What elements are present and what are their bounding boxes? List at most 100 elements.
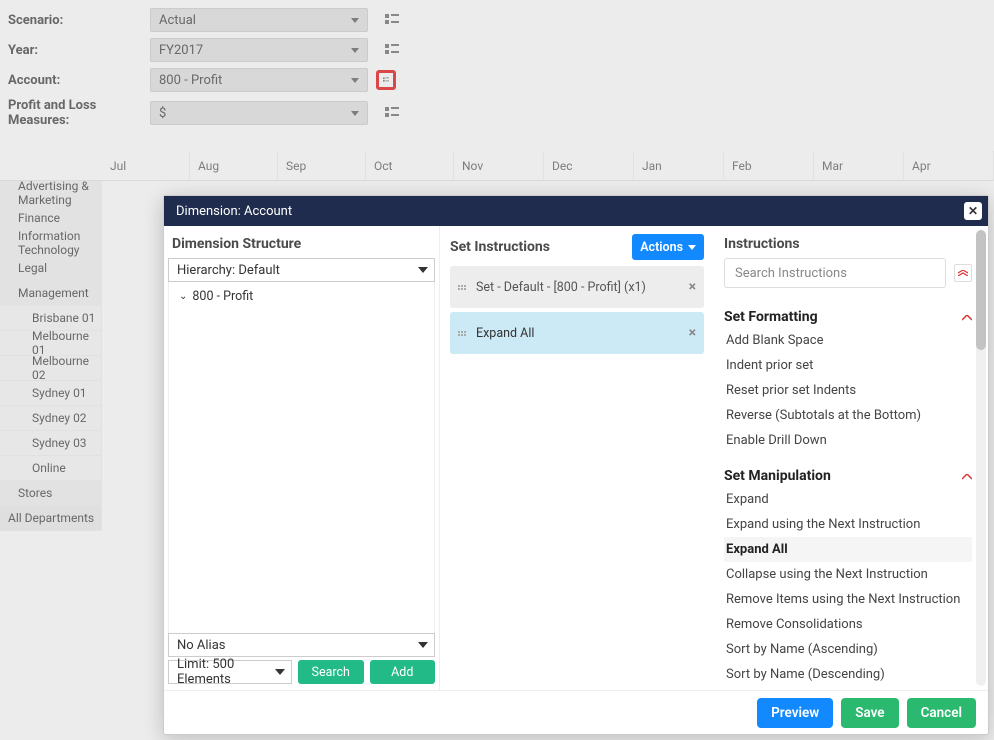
measures-value: $ (159, 106, 166, 121)
section-header[interactable]: Set Manipulation (724, 465, 972, 487)
actions-label: Actions (640, 240, 683, 255)
grid-row-header[interactable]: Stores (0, 481, 102, 506)
set-instruction-item[interactable]: Expand All × (450, 312, 704, 354)
instruction-section: Set Manipulation ExpandExpand using the N… (724, 465, 972, 690)
measures-select[interactable]: $ (150, 101, 368, 125)
grid-row-header[interactable]: Advertising & Marketing (0, 181, 102, 206)
alias-select[interactable]: No Alias (168, 633, 435, 657)
grid-row-header[interactable]: Information Technology (0, 231, 102, 256)
instruction-option[interactable]: Collapse using the Next Instruction (724, 562, 972, 587)
grid-col-header[interactable]: Oct (366, 151, 454, 181)
actions-dropdown-button[interactable]: Actions (632, 234, 704, 260)
search-instructions-input[interactable]: Search Instructions (724, 258, 946, 288)
instruction-text: Set - Default - [800 - Profit] (x1) (476, 280, 681, 295)
year-value: FY2017 (159, 43, 203, 58)
filter-label: Year: (8, 43, 150, 58)
search-button[interactable]: Search (298, 660, 364, 684)
preview-button[interactable]: Preview (757, 698, 833, 728)
tree-node-label: 800 - Profit (192, 289, 253, 304)
grid-row-header[interactable]: Brisbane 01 (0, 306, 102, 331)
hierarchy-select[interactable]: Hierarchy: Default (168, 258, 435, 282)
drag-handle-icon[interactable] (458, 331, 468, 336)
instruction-option[interactable]: Sort by Name (Descending) (724, 662, 972, 687)
tree-icon-highlighted[interactable] (376, 70, 396, 90)
panel-header: Dimension Structure (168, 234, 435, 258)
save-button[interactable]: Save (841, 698, 898, 728)
instruction-option[interactable]: Remove Consolidations (724, 612, 972, 637)
drag-handle-icon[interactable] (458, 285, 468, 290)
year-select[interactable]: FY2017 (150, 38, 368, 62)
instruction-option[interactable]: Add Blank Space (724, 328, 972, 353)
grid-col-header[interactable]: Apr (904, 151, 994, 181)
instruction-option[interactable]: Remove Items using the Next Instruction (724, 587, 972, 612)
add-button[interactable]: Add (370, 660, 436, 684)
instruction-option[interactable]: Sort by Name (Ascending) (724, 637, 972, 662)
dialog-header: Dimension: Account ✕ (164, 196, 988, 226)
dialog-footer: Preview Save Cancel (164, 690, 988, 734)
grid-row-header[interactable]: Sydney 02 (0, 406, 102, 431)
collapse-all-button[interactable] (954, 264, 972, 282)
filter-label: Scenario: (8, 13, 150, 28)
grid-row-header[interactable]: All Departments (0, 506, 102, 531)
limit-value: Limit: 500 Elements (177, 657, 283, 687)
instruction-option[interactable]: Expand using the Next Instruction (724, 512, 972, 537)
grid-row-header[interactable]: Melbourne 01 (0, 331, 102, 356)
set-instruction-item[interactable]: Set - Default - [800 - Profit] (x1) × (450, 266, 704, 308)
set-instructions-panel: Set Instructions Actions Set - Default -… (440, 226, 714, 690)
limit-select[interactable]: Limit: 500 Elements (168, 660, 292, 684)
grid-row-header[interactable]: Sydney 01 (0, 381, 102, 406)
chevron-up-icon[interactable] (962, 468, 972, 484)
instruction-option[interactable]: Reverse (Subtotals at the Bottom) (724, 403, 972, 428)
grid-col-header[interactable]: Mar (814, 151, 904, 181)
hierarchy-tree: ⌄ 800 - Profit (168, 282, 435, 633)
grid-col-header[interactable]: Feb (724, 151, 814, 181)
instruction-option[interactable]: Expand All (724, 537, 972, 562)
chevron-up-icon[interactable] (962, 309, 972, 325)
account-select[interactable]: 800 - Profit (150, 68, 368, 92)
grid-col-header[interactable]: Jul (102, 151, 190, 181)
filter-row-measures: Profit and Loss Measures: $ (0, 95, 994, 131)
grid-row-header[interactable]: Online (0, 456, 102, 481)
instruction-option[interactable]: Sort by Value using the Next Instruction (724, 687, 972, 690)
chevron-down-icon[interactable]: ⌄ (179, 291, 187, 302)
tree-node[interactable]: ⌄ 800 - Profit (175, 286, 428, 307)
grid-row-header[interactable]: Management (0, 281, 102, 306)
panel-header: Set Instructions (450, 239, 550, 255)
section-title: Set Formatting (724, 309, 818, 325)
account-value: 800 - Profit (159, 73, 222, 88)
close-button[interactable]: ✕ (964, 202, 982, 220)
section-title: Set Manipulation (724, 468, 831, 484)
instruction-text: Expand All (476, 326, 681, 341)
scenario-select[interactable]: Actual (150, 8, 368, 32)
grid-row-header[interactable]: Melbourne 02 (0, 356, 102, 381)
dimension-structure-panel: Dimension Structure Hierarchy: Default ⌄… (164, 226, 440, 690)
filter-label: Profit and Loss Measures: (8, 98, 150, 128)
grid-row-headers: Advertising & MarketingFinanceInformatio… (0, 151, 102, 531)
section-header[interactable]: Set Formatting (724, 306, 972, 328)
grid-col-header[interactable]: Jan (634, 151, 724, 181)
scenario-value: Actual (159, 13, 196, 28)
grid-col-header[interactable]: Sep (278, 151, 366, 181)
scrollbar[interactable] (976, 230, 986, 686)
grid-row-header[interactable]: Sydney 03 (0, 431, 102, 456)
grid-row-header[interactable]: Finance (0, 206, 102, 231)
filter-row-scenario: Scenario: Actual (0, 5, 994, 35)
filters-panel: Scenario: Actual Year: FY2017 Account: 8… (0, 0, 994, 151)
remove-instruction-button[interactable]: × (689, 325, 696, 341)
grid-col-header[interactable]: Nov (454, 151, 544, 181)
instruction-option[interactable]: Enable Drill Down (724, 428, 972, 453)
instruction-option[interactable]: Reset prior set Indents (724, 378, 972, 403)
instruction-option[interactable]: Indent prior set (724, 353, 972, 378)
grid-col-header[interactable]: Aug (190, 151, 278, 181)
instruction-option[interactable]: Expand (724, 487, 972, 512)
instructions-panel: Instructions Search Instructions Set For… (714, 226, 988, 690)
grid-col-header[interactable]: Dec (544, 151, 634, 181)
tree-icon[interactable] (382, 103, 402, 123)
hierarchy-value: Hierarchy: Default (177, 263, 280, 278)
grid-row-header[interactable]: Legal (0, 256, 102, 281)
scrollbar-thumb[interactable] (976, 230, 986, 350)
tree-icon[interactable] (382, 10, 402, 30)
remove-instruction-button[interactable]: × (689, 279, 696, 295)
tree-icon[interactable] (382, 40, 402, 60)
cancel-button[interactable]: Cancel (907, 698, 976, 728)
